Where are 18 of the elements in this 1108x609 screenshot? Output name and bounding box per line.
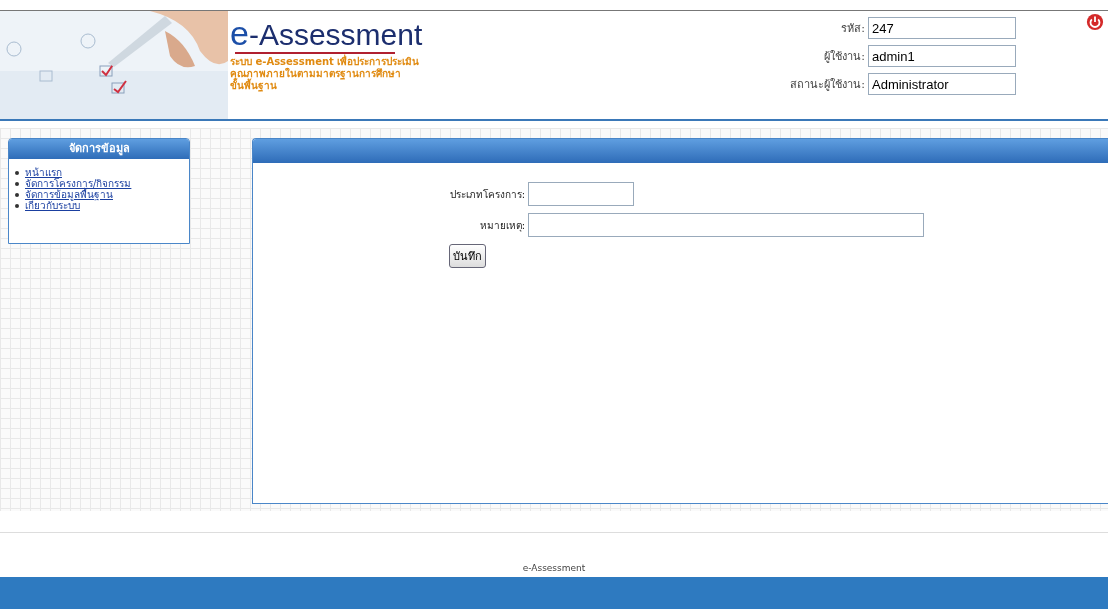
input-field[interactable] [528, 182, 634, 206]
field-label: หมายเหตุ: [478, 218, 525, 233]
subtitle-text: ระบบ e-Assessment เพื่อประการประเมิน [230, 56, 421, 67]
field-label: รหัส: [841, 21, 865, 37]
input-field[interactable] [528, 213, 924, 237]
subtitle-text: ขั้นพื้นฐาน [230, 80, 277, 92]
field-label: ประเภทโครงการ: [449, 187, 525, 202]
subtitle-text: คุณภาพภายในตามมาตรฐานการศึกษา [230, 68, 402, 80]
footer-text: e-Assessment [521, 563, 587, 576]
field-label: สถานะผู้ใช้งาน: [790, 77, 865, 93]
input-field[interactable]: Administrator [868, 73, 1016, 95]
save-button[interactable]: บันทึก [449, 244, 486, 268]
input-field[interactable]: admin1 [868, 45, 1016, 67]
power-icon[interactable] [1086, 13, 1104, 31]
input-field[interactable]: 247 [868, 17, 1016, 39]
field-label: ผู้ใช้งาน: [824, 49, 865, 65]
sidebar-title: จัดการข้อมูล [9, 139, 189, 159]
logo-text: e-Assessment [230, 17, 424, 51]
